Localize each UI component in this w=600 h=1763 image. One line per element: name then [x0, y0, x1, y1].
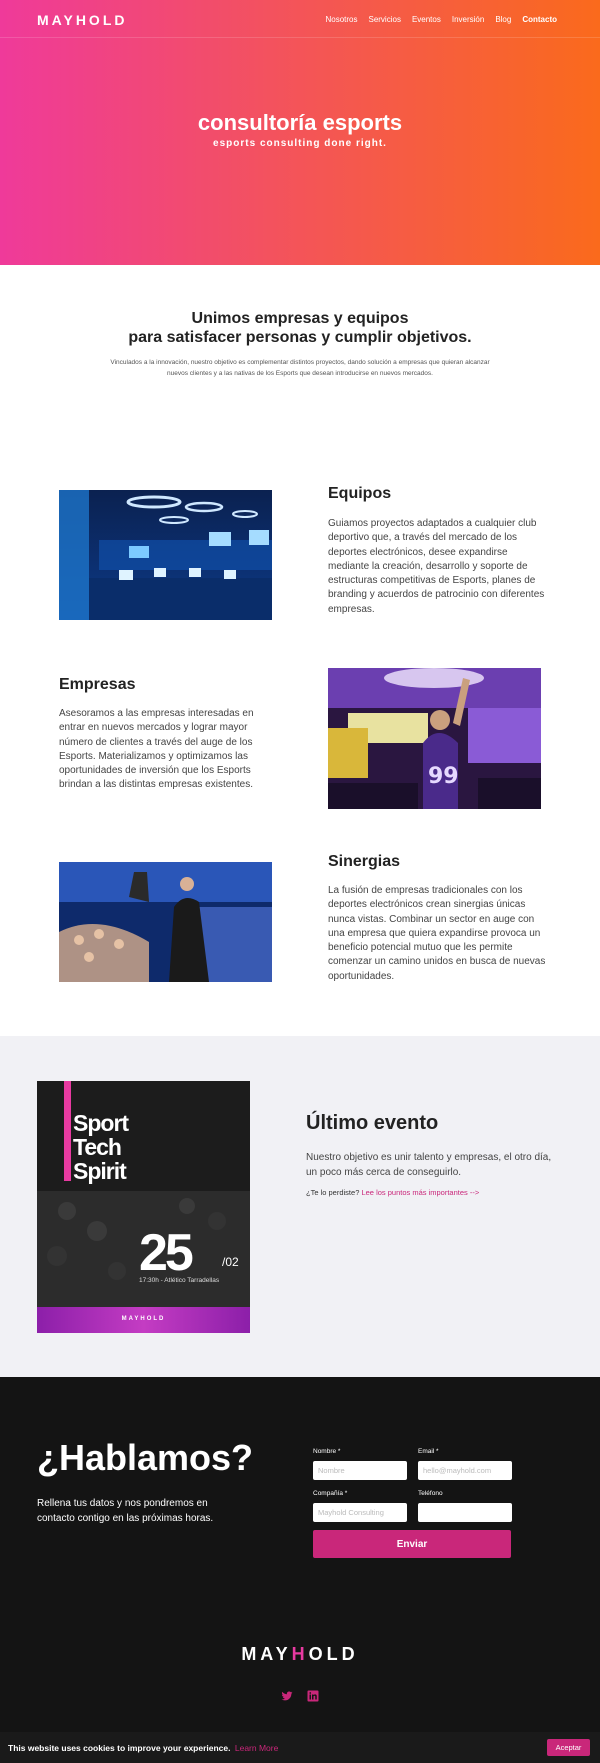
telefono-field[interactable]	[418, 1503, 512, 1522]
nav-item-eventos[interactable]: Eventos	[412, 15, 441, 24]
intro-heading: Unimos empresas y equipos para satisface…	[0, 309, 600, 347]
nav-item-blog[interactable]: Blog	[495, 15, 511, 24]
top-navbar: MAYHOLD Nosotros Servicios Eventos Inver…	[0, 0, 600, 38]
svg-text:99: 99	[428, 764, 459, 789]
email-field[interactable]	[418, 1461, 512, 1480]
feature-text-sinergias: La fusión de empresas tradicionales con …	[328, 885, 546, 982]
nav-item-inversion[interactable]: Inversión	[452, 15, 484, 24]
poster-accent-bar	[64, 1081, 71, 1181]
cookie-bar: This website uses cookies to improve you…	[0, 1732, 600, 1763]
players-fans-photo	[59, 862, 272, 982]
email-label: Email *	[418, 1448, 439, 1455]
poster-title-line2: Tech	[73, 1134, 122, 1160]
cookie-text: This website uses cookies to improve you…	[8, 1743, 231, 1753]
compania-field[interactable]	[313, 1503, 407, 1522]
poster-month: /02	[222, 1255, 239, 1269]
main-nav: Nosotros Servicios Eventos Inversión Blo…	[325, 15, 557, 24]
nombre-field[interactable]	[313, 1461, 407, 1480]
event-read-more-link[interactable]: Lee los puntos más importantes -->	[361, 1188, 479, 1197]
nombre-label: Nombre *	[313, 1448, 341, 1455]
footer-logo-part3: OLD	[308, 1644, 359, 1664]
learn-more-link[interactable]: Learn More	[235, 1743, 278, 1753]
intro-heading-line1: Unimos empresas y equipos	[191, 310, 409, 327]
twitter-icon[interactable]	[281, 1690, 293, 1702]
telefono-label: Teléfono	[418, 1490, 443, 1497]
enviar-button[interactable]: Enviar	[313, 1530, 511, 1558]
event-link-line: ¿Te lo perdiste? Lee los puntos más impo…	[306, 1188, 479, 1197]
poster-brand: MAYHOLD	[121, 1316, 166, 1322]
feature-title-empresas: Empresas	[59, 676, 136, 693]
contact-text: Rellena tus datos y nos pondremos en con…	[37, 1498, 214, 1524]
esports-stage-photo: 99	[328, 668, 541, 809]
hero-title: consultoría esports	[197, 110, 403, 135]
poster-day: 25	[139, 1224, 194, 1282]
intro-text: Vinculados a la innovación, nuestro obje…	[110, 359, 490, 377]
cookie-message: This website uses cookies to improve you…	[8, 1743, 278, 1753]
event-section: Sport Tech Spirit 25 /02 17:30h - Atléti…	[0, 1036, 600, 1377]
nav-item-contacto[interactable]: Contacto	[522, 15, 557, 24]
compania-label: Compañía *	[313, 1490, 348, 1497]
poster-place: 17:30h - Atlético Tarradellas	[139, 1277, 220, 1284]
feature-title-equipos: Equipos	[328, 485, 392, 502]
feature-text-equipos: Guiamos proyectos adaptados a cualquier …	[328, 518, 545, 615]
footer-logo-part1: MAY	[241, 1644, 292, 1664]
event-link-prefix: ¿Te lo perdiste?	[306, 1188, 360, 1197]
gaming-arena-photo	[59, 490, 272, 620]
logo[interactable]: MAYHOLD	[37, 12, 128, 28]
event-title: Último evento	[306, 1112, 439, 1134]
linkedin-icon[interactable]	[307, 1690, 319, 1702]
footer-logo[interactable]: MAYHOLD	[0, 1644, 600, 1665]
aceptar-button[interactable]: Aceptar	[547, 1739, 590, 1756]
intro-heading-line2: para satisfacer personas y cumplir objet…	[128, 329, 472, 346]
footer-logo-part2: H	[291, 1644, 309, 1664]
contact-title: ¿Hablamos?	[37, 1437, 254, 1478]
feature-text-empresas: Asesoramos a las empresas interesadas en…	[59, 708, 254, 791]
event-poster[interactable]: Sport Tech Spirit 25 /02 17:30h - Atléti…	[37, 1081, 250, 1333]
poster-title-line1: Sport	[73, 1110, 129, 1136]
feature-title-sinergias: Sinergias	[328, 853, 401, 870]
contact-section: ¿Hablamos? Rellena tus datos y nos pondr…	[0, 1377, 600, 1732]
hero-banner: MAYHOLD Nosotros Servicios Eventos Inver…	[0, 0, 600, 265]
hero-subtitle: esports consulting done right.	[213, 138, 387, 149]
nav-item-nosotros[interactable]: Nosotros	[325, 15, 357, 24]
poster-title-line3: Spirit	[73, 1158, 127, 1184]
event-text: Nuestro objetivo es unir talento y empre…	[306, 1152, 552, 1178]
poster-footer: MAYHOLD	[37, 1307, 250, 1333]
nav-item-servicios[interactable]: Servicios	[368, 15, 400, 24]
